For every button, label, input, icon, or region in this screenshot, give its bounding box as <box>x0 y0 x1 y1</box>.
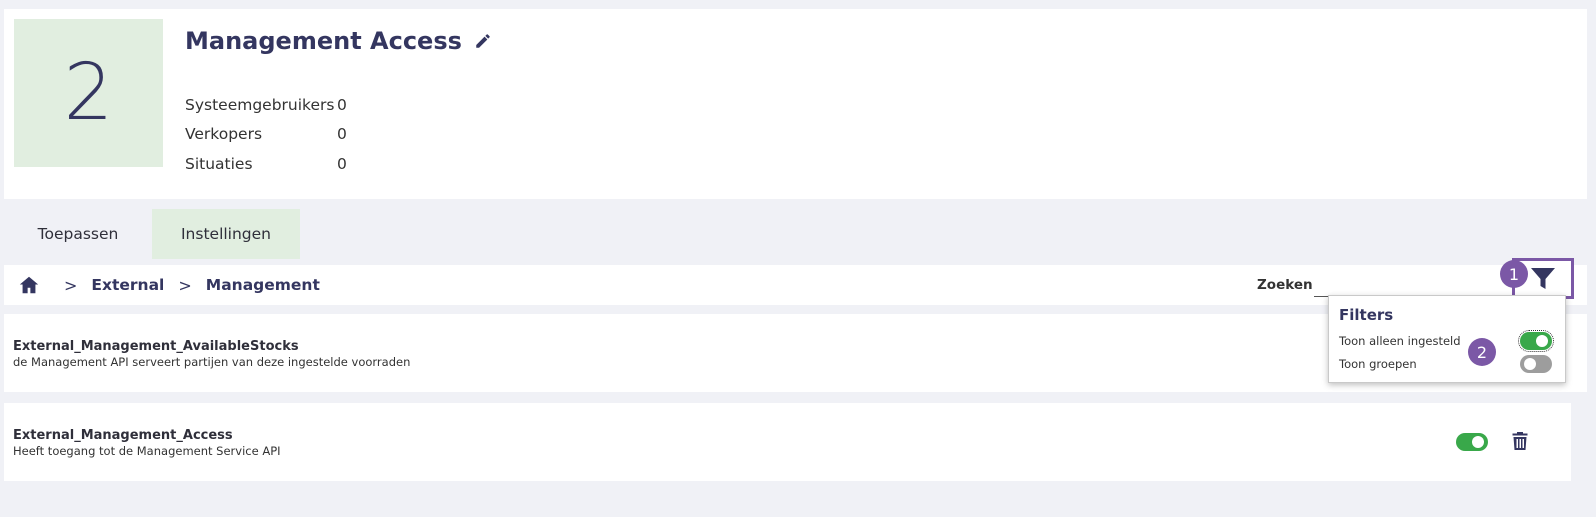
stat-value: 0 <box>337 95 347 114</box>
breadcrumb-separator: > <box>64 275 78 295</box>
tab-bar: Toepassen Instellingen <box>0 209 300 259</box>
edit-icon[interactable] <box>474 32 492 50</box>
trash-icon[interactable] <box>1512 432 1528 450</box>
list-item: External_Management_Access Heeft toegang… <box>4 403 1571 481</box>
list-item-title: External_Management_AvailableStocks <box>13 339 299 354</box>
search-input[interactable] <box>1314 273 1512 297</box>
title-row: Management Access <box>185 27 492 55</box>
toon-alleen-ingesteld-toggle[interactable] <box>1518 330 1554 352</box>
toggle-knob <box>1524 358 1536 370</box>
stat-label: Systeemgebruikers <box>185 95 335 114</box>
step-marker-2: 2 <box>1468 338 1496 366</box>
breadcrumb-item-external[interactable]: External <box>91 276 164 294</box>
stats-list: Systeemgebruikers 0 Verkopers 0 Situatie… <box>185 90 347 179</box>
list-item-description: de Management API serveert partijen van … <box>13 355 411 369</box>
home-icon[interactable] <box>18 274 40 296</box>
toggle-knob <box>1536 335 1548 347</box>
list-item-description: Heeft toegang tot de Management Service … <box>13 444 281 458</box>
stat-row-verkopers: Verkopers 0 <box>185 120 347 150</box>
enabled-toggle[interactable] <box>1456 433 1488 451</box>
step-marker-1: 1 <box>1500 260 1528 288</box>
toon-groepen-toggle[interactable] <box>1520 355 1552 373</box>
tab-toepassen[interactable]: Toepassen <box>0 209 152 259</box>
role-header-card: 2 Management Access Systeemgebruikers 0 … <box>4 9 1587 199</box>
breadcrumb: > External > Management <box>18 265 320 305</box>
stat-row-situaties: Situaties 0 <box>185 149 347 179</box>
toggle-knob <box>1472 436 1484 448</box>
filter-option-label: Toon groepen <box>1339 357 1417 371</box>
stat-label: Situaties <box>185 154 253 173</box>
filter-option-label: Toon alleen ingesteld <box>1339 334 1461 348</box>
page-title: Management Access <box>185 27 462 55</box>
breadcrumb-separator: > <box>178 275 192 295</box>
tab-instellingen[interactable]: Instellingen <box>152 209 300 259</box>
stat-row-systeemgebruikers: Systeemgebruikers 0 <box>185 90 347 120</box>
list-item-title: External_Management_Access <box>13 428 233 443</box>
role-count-badge: 2 <box>14 19 163 167</box>
search-label: Zoeken <box>1257 277 1313 293</box>
stat-label: Verkopers <box>185 125 263 144</box>
stat-value: 0 <box>337 125 347 144</box>
filters-title: Filters <box>1339 306 1394 324</box>
breadcrumb-item-management[interactable]: Management <box>206 276 320 294</box>
filter-icon <box>1531 267 1555 289</box>
stat-value: 0 <box>337 154 347 173</box>
